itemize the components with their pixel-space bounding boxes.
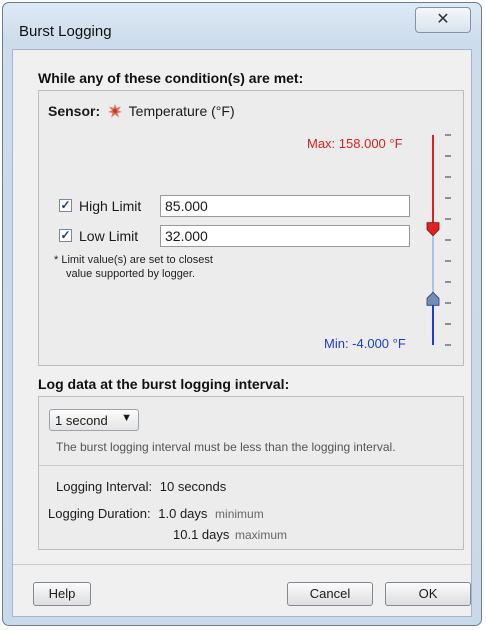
limit-note-line1: * Limit value(s) are set to closest <box>54 254 213 266</box>
close-button[interactable]: ✕ <box>415 7 471 33</box>
logging-duration-max-word: maximum <box>235 528 288 542</box>
burst-interval-dropdown[interactable]: 1 second ▼ <box>49 409 139 431</box>
min-label: Min: -4.000 °F <box>324 336 406 351</box>
conditions-panel: Sensor: Temperature (°F) Max: 158.000 °F… <box>38 90 464 366</box>
logging-duration-max-value: 10.1 days <box>173 527 230 542</box>
help-button[interactable]: Help <box>33 582 91 606</box>
logging-interval-row: Logging Interval: 10 seconds <box>56 479 226 494</box>
logging-duration-max-row: 10.1 days maximum <box>173 527 287 542</box>
dialog-title: Burst Logging <box>19 23 112 40</box>
high-limit-checkbox[interactable]: ✓ <box>59 199 72 212</box>
low-limit-handle[interactable] <box>426 291 440 306</box>
close-icon: ✕ <box>436 11 450 28</box>
ok-button[interactable]: OK <box>385 582 471 606</box>
high-limit-label: High Limit <box>79 198 142 214</box>
logging-duration-min-value: 1.0 days <box>158 506 208 521</box>
logging-interval-value: 10 seconds <box>159 479 227 494</box>
burst-interval-value: 1 second <box>55 413 108 428</box>
logging-duration-label: Logging Duration: <box>48 506 151 521</box>
logging-duration-min-word: minimum <box>215 507 264 521</box>
temperature-range-slider[interactable] <box>419 127 455 353</box>
burst-panel: 1 second ▼ The burst logging interval mu… <box>38 396 464 550</box>
high-limit-input[interactable]: 85.000 <box>160 195 410 217</box>
max-label: Max: 158.000 °F <box>307 136 403 151</box>
temperature-sensor-icon <box>108 104 123 118</box>
sensor-line: Sensor: Temperature (°F) <box>48 103 235 119</box>
low-limit-label: Low Limit <box>79 228 139 244</box>
conditions-header: While any of these condition(s) are met: <box>38 70 304 86</box>
sensor-name: Temperature (°F) <box>128 103 235 119</box>
logging-duration-row: Logging Duration: 1.0 days minimum <box>48 506 264 521</box>
burst-logging-dialog: Burst Logging ✕ While any of these condi… <box>2 2 482 626</box>
cancel-button[interactable]: Cancel <box>287 582 373 606</box>
low-limit-checkbox[interactable]: ✓ <box>59 229 72 242</box>
burst-header: Log data at the burst logging interval: <box>38 376 290 392</box>
chevron-down-icon: ▼ <box>121 412 132 424</box>
logging-interval-label: Logging Interval: <box>56 479 153 494</box>
footer-divider <box>13 564 471 565</box>
burst-interval-hint: The burst logging interval must be less … <box>56 440 396 454</box>
divider <box>39 465 463 466</box>
sensor-label: Sensor: <box>48 103 101 119</box>
limit-note-line2: value supported by logger. <box>66 268 196 280</box>
high-limit-handle[interactable] <box>426 222 440 237</box>
dialog-content: While any of these condition(s) are met:… <box>12 49 472 617</box>
low-limit-input[interactable]: 32.000 <box>160 225 410 247</box>
